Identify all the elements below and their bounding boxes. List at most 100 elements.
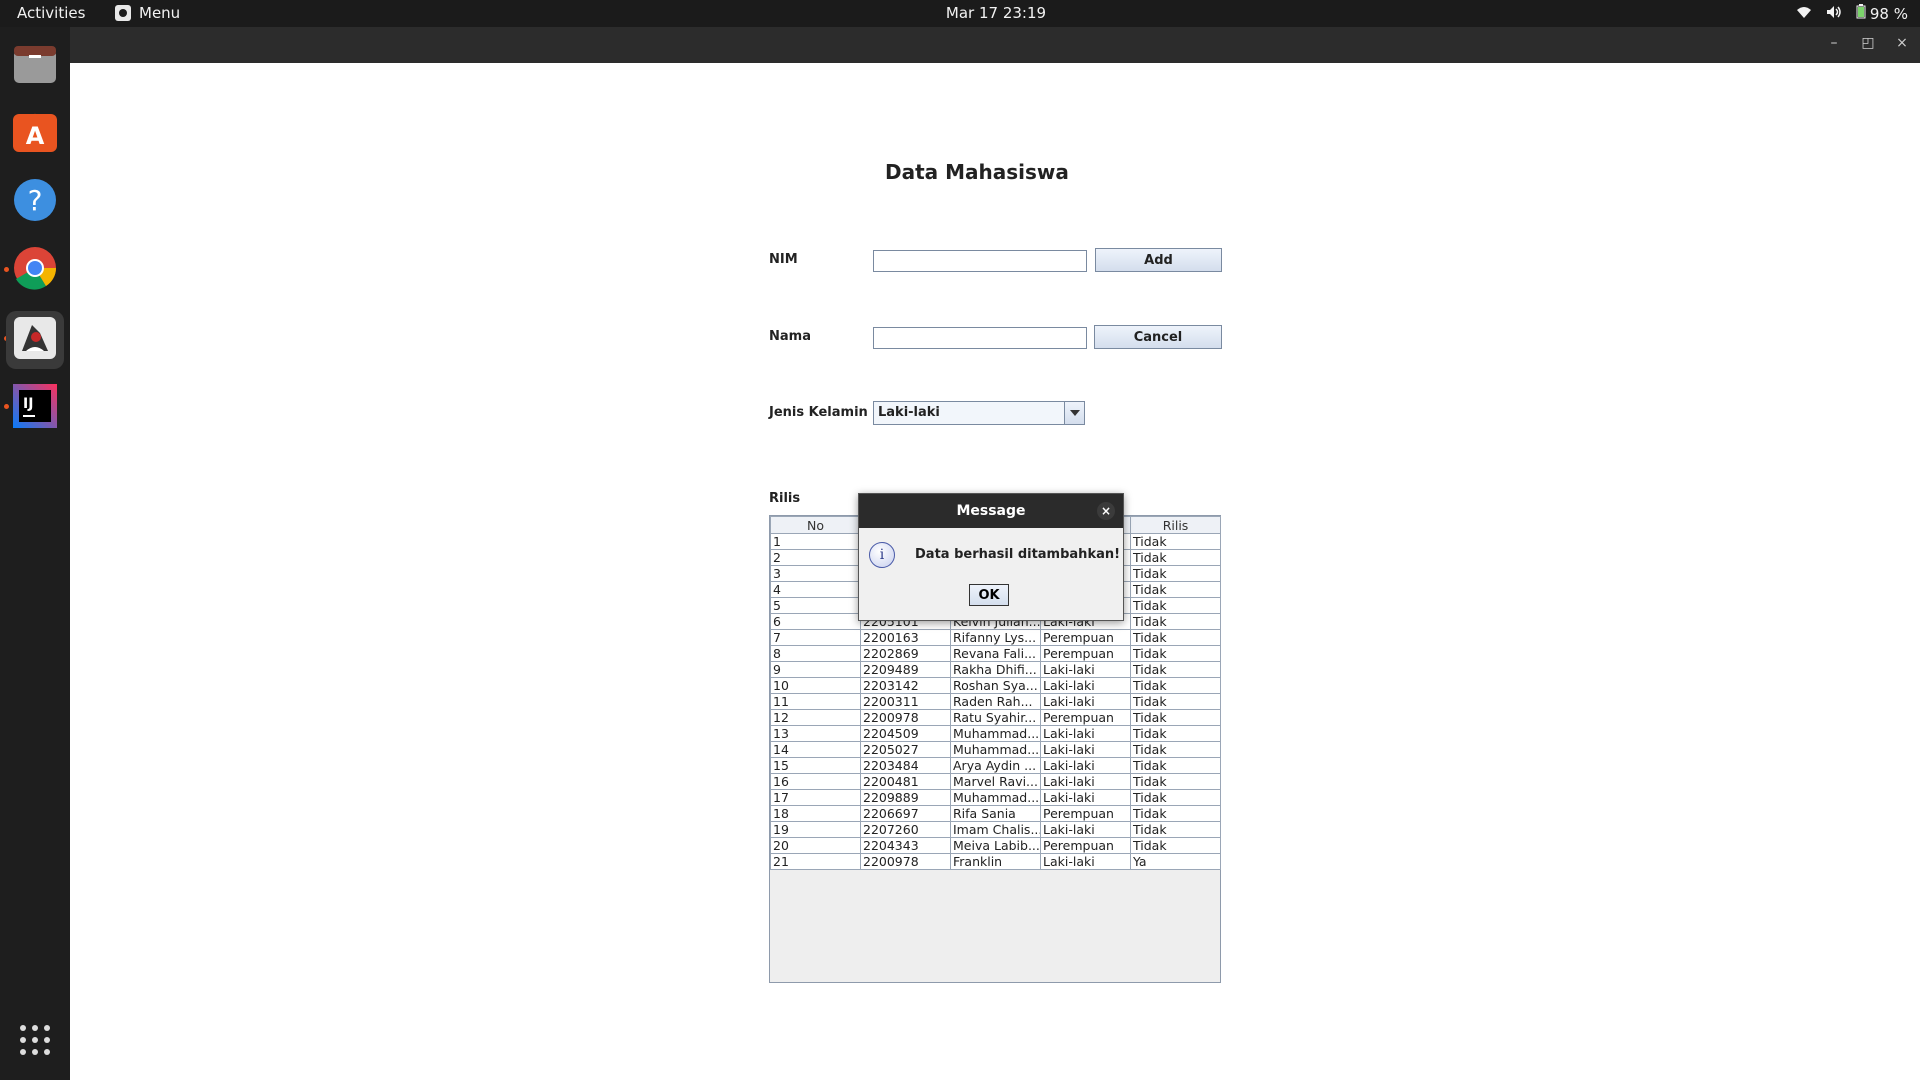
ok-button[interactable]: OK xyxy=(969,584,1009,606)
table-cell[interactable]: Franklin xyxy=(950,853,1041,870)
table-cell[interactable]: 13 xyxy=(770,725,861,742)
table-cell[interactable]: Tidak xyxy=(1130,741,1221,758)
table-cell[interactable]: Muhammad... xyxy=(950,725,1041,742)
chevron-down-icon[interactable] xyxy=(1064,402,1084,424)
table-cell[interactable]: 2200978 xyxy=(860,853,951,870)
intellij-launcher[interactable]: IJ xyxy=(10,383,60,433)
table-cell[interactable]: Perempuan xyxy=(1040,629,1131,646)
dialog-titlebar[interactable]: Message × xyxy=(859,494,1123,528)
table-cell[interactable]: 2 xyxy=(770,549,861,566)
table-cell[interactable]: Ratu Syahir... xyxy=(950,709,1041,726)
help-launcher[interactable]: ? xyxy=(10,177,60,227)
chrome-launcher[interactable] xyxy=(10,245,60,295)
cancel-button[interactable]: Cancel xyxy=(1094,325,1222,349)
table-cell[interactable]: 2204343 xyxy=(860,837,951,854)
table-cell[interactable]: Perempuan xyxy=(1040,837,1131,854)
table-row[interactable]: 19 2207260 Imam Chalis... Laki-laki Tidak xyxy=(770,821,1221,838)
table-cell[interactable]: 7 xyxy=(770,629,861,646)
table-cell[interactable]: Laki-laki xyxy=(1040,661,1131,678)
table-cell[interactable]: 9 xyxy=(770,661,861,678)
table-row[interactable]: 13 2204509 Muhammad... Laki-laki Tidak xyxy=(770,725,1221,742)
table-cell[interactable]: 11 xyxy=(770,693,861,710)
table-cell[interactable]: 19 xyxy=(770,821,861,838)
window-titlebar[interactable]: – ◰ × xyxy=(70,27,1920,63)
table-cell[interactable]: Raden Rah... xyxy=(950,693,1041,710)
nim-field[interactable] xyxy=(873,250,1087,272)
table-cell[interactable]: Laki-laki xyxy=(1040,677,1131,694)
table-cell[interactable]: 4 xyxy=(770,581,861,598)
table-cell[interactable]: 20 xyxy=(770,837,861,854)
close-window-button[interactable]: × xyxy=(1892,35,1912,51)
table-row[interactable]: 15 2203484 Arya Aydin ... Laki-laki Tidak xyxy=(770,757,1221,774)
table-cell[interactable]: Perempuan xyxy=(1040,645,1131,662)
table-cell[interactable]: Laki-laki xyxy=(1040,757,1131,774)
dialog-close-button[interactable]: × xyxy=(1097,502,1115,520)
table-cell[interactable]: Muhammad... xyxy=(950,789,1041,806)
table-row[interactable]: 18 2206697 Rifa Sania Perempuan Tidak xyxy=(770,805,1221,822)
table-cell[interactable]: 2200978 xyxy=(860,709,951,726)
table-cell[interactable]: Laki-laki xyxy=(1040,789,1131,806)
table-cell[interactable]: Tidak xyxy=(1130,757,1221,774)
table-row[interactable]: 14 2205027 Muhammad... Laki-laki Tidak xyxy=(770,741,1221,758)
table-cell[interactable]: 10 xyxy=(770,677,861,694)
table-cell[interactable]: 1 xyxy=(770,533,861,550)
table-cell[interactable]: Tidak xyxy=(1130,581,1221,598)
table-cell[interactable]: 2207260 xyxy=(860,821,951,838)
table-row[interactable]: 20 2204343 Meiva Labib... Perempuan Tidak xyxy=(770,837,1221,854)
table-cell[interactable]: 2200481 xyxy=(860,773,951,790)
table-cell[interactable]: Tidak xyxy=(1130,533,1221,550)
table-cell[interactable]: Rifa Sania xyxy=(950,805,1041,822)
table-cell[interactable]: Tidak xyxy=(1130,693,1221,710)
table-cell[interactable]: 2209889 xyxy=(860,789,951,806)
table-cell[interactable]: Tidak xyxy=(1130,805,1221,822)
table-cell[interactable]: 16 xyxy=(770,773,861,790)
table-cell[interactable]: 5 xyxy=(770,597,861,614)
table-cell[interactable]: 2202869 xyxy=(860,645,951,662)
table-cell[interactable]: Roshan Sya... xyxy=(950,677,1041,694)
table-row[interactable]: 7 2200163 Rifanny Lys... Perempuan Tidak xyxy=(770,629,1221,646)
table-cell[interactable]: Rifanny Lys... xyxy=(950,629,1041,646)
table-cell[interactable]: 2204509 xyxy=(860,725,951,742)
app-center-launcher[interactable]: A xyxy=(10,109,60,159)
table-cell[interactable]: Laki-laki xyxy=(1040,725,1131,742)
maximize-button[interactable]: ◰ xyxy=(1858,35,1878,51)
table-cell[interactable]: Laki-laki xyxy=(1040,693,1131,710)
files-launcher[interactable] xyxy=(10,41,60,91)
table-cell[interactable]: Tidak xyxy=(1130,613,1221,630)
table-row[interactable]: 16 2200481 Marvel Ravi... Laki-laki Tidak xyxy=(770,773,1221,790)
clock[interactable]: Mar 17 23:19 xyxy=(0,4,1920,22)
table-row[interactable]: 17 2209889 Muhammad... Laki-laki Tidak xyxy=(770,789,1221,806)
column-header[interactable]: Rilis xyxy=(1130,516,1221,534)
show-apps-button[interactable] xyxy=(10,1017,60,1067)
table-cell[interactable]: 18 xyxy=(770,805,861,822)
table-cell[interactable]: Laki-laki xyxy=(1040,773,1131,790)
table-cell[interactable]: Tidak xyxy=(1130,661,1221,678)
table-cell[interactable]: 2200163 xyxy=(860,629,951,646)
table-cell[interactable]: Meiva Labib... xyxy=(950,837,1041,854)
java-app-launcher[interactable] xyxy=(6,311,64,369)
table-cell[interactable]: Tidak xyxy=(1130,549,1221,566)
table-row[interactable]: 21 2200978 Franklin Laki-laki Ya xyxy=(770,853,1221,870)
table-cell[interactable]: Tidak xyxy=(1130,565,1221,582)
system-tray[interactable]: 98 % xyxy=(1796,4,1908,23)
jenis-kelamin-select[interactable]: Laki-laki xyxy=(873,401,1085,425)
table-cell[interactable]: 2203484 xyxy=(860,757,951,774)
add-button[interactable]: Add xyxy=(1095,248,1222,272)
nama-field[interactable] xyxy=(873,327,1087,349)
table-cell[interactable]: 17 xyxy=(770,789,861,806)
table-cell[interactable]: 15 xyxy=(770,757,861,774)
table-row[interactable]: 8 2202869 Revana Fali... Perempuan Tidak xyxy=(770,645,1221,662)
table-cell[interactable]: Ya xyxy=(1130,853,1221,870)
table-cell[interactable]: Tidak xyxy=(1130,597,1221,614)
table-cell[interactable]: Imam Chalis... xyxy=(950,821,1041,838)
table-cell[interactable]: Arya Aydin ... xyxy=(950,757,1041,774)
table-cell[interactable]: Marvel Ravi... xyxy=(950,773,1041,790)
table-cell[interactable]: Tidak xyxy=(1130,773,1221,790)
table-cell[interactable]: Perempuan xyxy=(1040,709,1131,726)
table-cell[interactable]: 2209489 xyxy=(860,661,951,678)
table-cell[interactable]: Tidak xyxy=(1130,789,1221,806)
table-cell[interactable]: 2200311 xyxy=(860,693,951,710)
table-cell[interactable]: Tidak xyxy=(1130,821,1221,838)
table-cell[interactable]: Rakha Dhifi... xyxy=(950,661,1041,678)
table-cell[interactable]: 21 xyxy=(770,853,861,870)
